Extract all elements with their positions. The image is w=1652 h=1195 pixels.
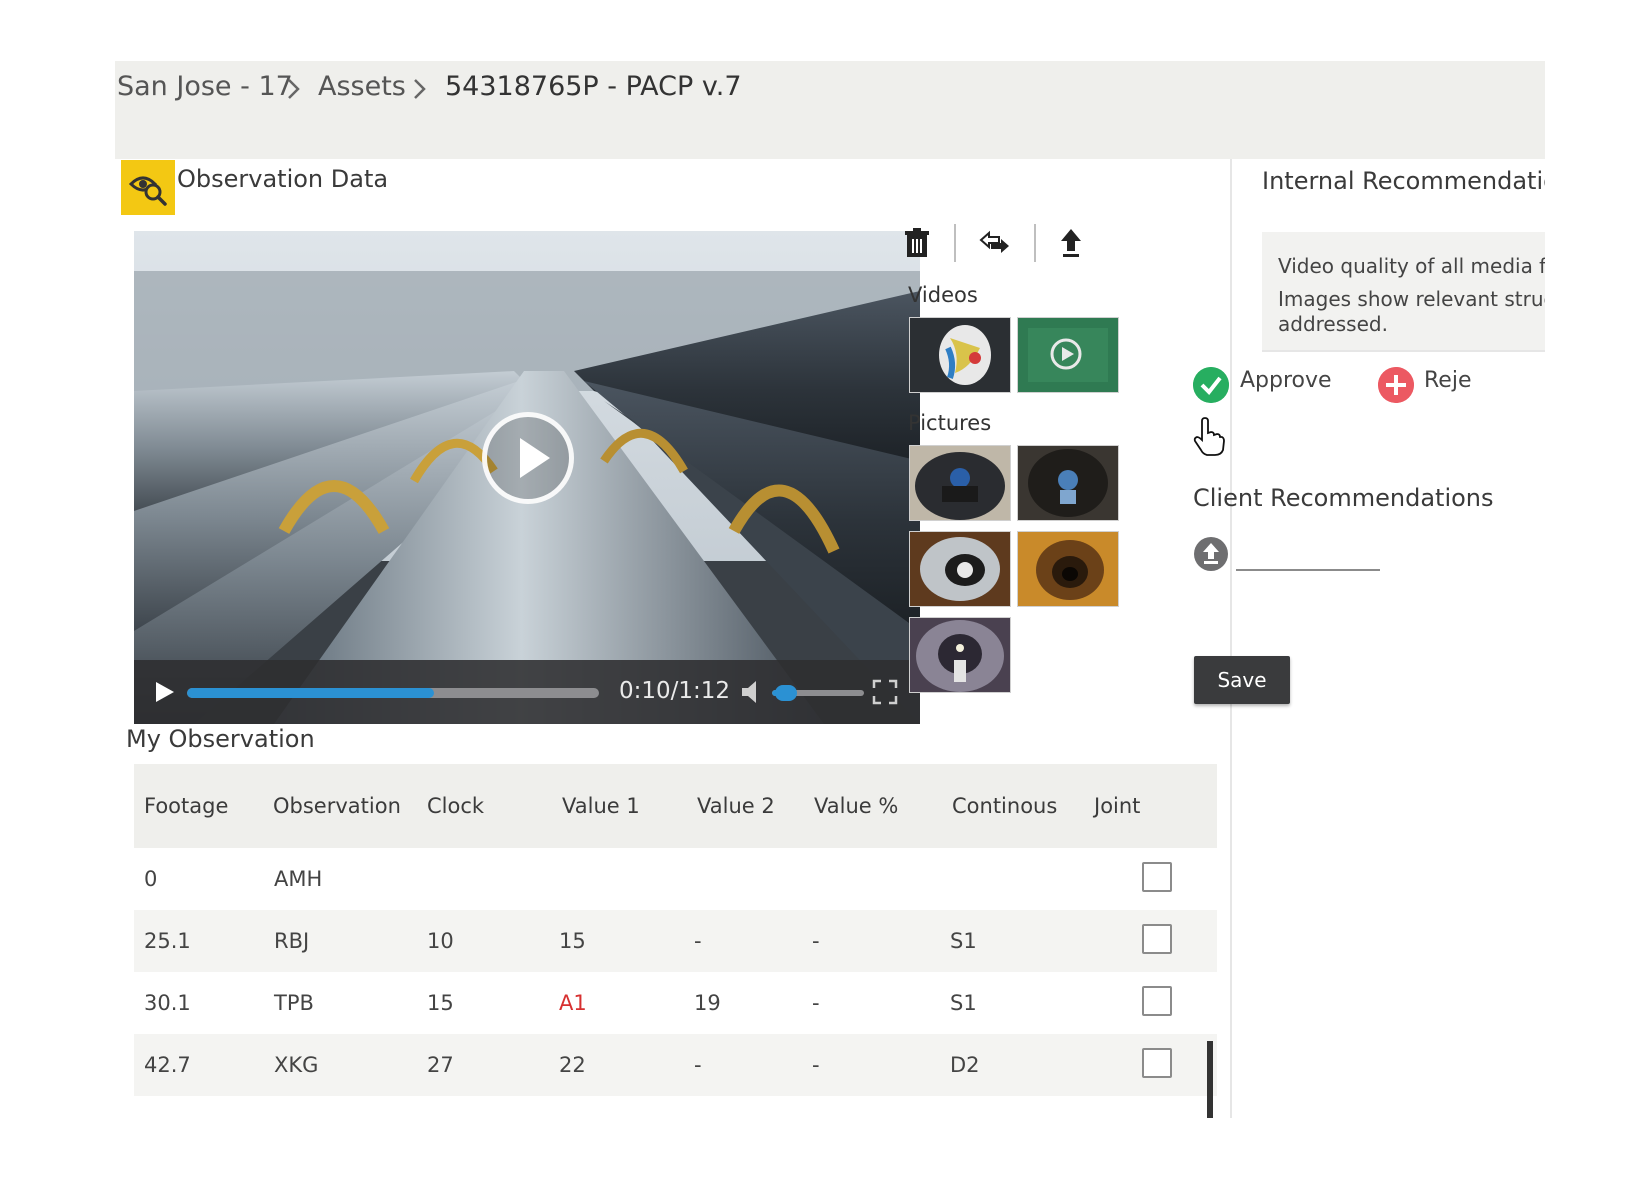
cell-footage: 42.7 — [144, 1053, 191, 1077]
column-header[interactable]: Value 1 — [562, 764, 640, 848]
internal-recommendation-title: Internal Recommendatio — [1262, 167, 1545, 195]
column-header[interactable]: Continous — [952, 764, 1057, 848]
table-row[interactable]: 30.1 TPB 15 A1 19 - S1 — [134, 972, 1217, 1034]
picture-thumbnail[interactable] — [910, 618, 1010, 692]
column-header[interactable]: Observation — [273, 764, 401, 848]
cell-value-percent: - — [812, 1053, 820, 1077]
recommendation-line: Video quality of all media files — [1278, 254, 1545, 278]
upload-icon[interactable] — [1193, 536, 1229, 572]
reject-plus-icon[interactable] — [1378, 367, 1414, 403]
cell-value-1: 15 — [559, 929, 586, 953]
cell-observation: AMH — [274, 867, 323, 891]
column-header[interactable]: Footage — [144, 764, 228, 848]
playback-time: 0:10/1:12 — [619, 678, 731, 704]
cell-footage: 0 — [144, 867, 158, 891]
internal-recommendation-text: Video quality of all media files Images … — [1262, 232, 1545, 352]
cell-footage: 25.1 — [144, 929, 191, 953]
video-player[interactable]: 0:10/1:12 — [134, 231, 920, 724]
joint-checkbox[interactable] — [1142, 986, 1172, 1016]
video-controls: 0:10/1:12 — [134, 660, 920, 724]
cell-continous: S1 — [950, 929, 977, 953]
cell-continous: D2 — [950, 1053, 980, 1077]
volume-icon[interactable] — [740, 679, 766, 705]
chevron-right-icon — [414, 79, 426, 99]
cell-observation: RBJ — [274, 929, 310, 953]
client-recommendation-input[interactable] — [1236, 569, 1380, 571]
client-recommendations-title: Client Recommendations — [1193, 484, 1494, 512]
cell-value-2: - — [694, 929, 702, 953]
cell-value-1: A1 — [559, 991, 587, 1015]
cell-footage: 30.1 — [144, 991, 191, 1015]
table-row[interactable]: 42.7 XKG 27 22 - - D2 — [134, 1034, 1217, 1096]
my-observation-title: My Observation — [126, 725, 315, 753]
column-header[interactable]: Value 2 — [697, 764, 775, 848]
pictures-label: Pictures — [908, 411, 992, 435]
observation-icon — [121, 160, 175, 215]
table-scrollbar[interactable] — [1207, 1041, 1213, 1118]
column-header[interactable]: Clock — [427, 764, 484, 848]
upload-icon[interactable] — [1057, 227, 1085, 259]
app-frame: San Jose - 17 Assets 54318765P - PACP v.… — [115, 61, 1545, 1118]
play-icon[interactable] — [154, 680, 176, 704]
observation-table: Footage Observation Clock Value 1 Value … — [134, 764, 1217, 1096]
volume-handle[interactable] — [775, 685, 797, 701]
cell-value-percent: - — [812, 991, 820, 1015]
cell-observation: TPB — [274, 991, 314, 1015]
reject-button[interactable]: Reje — [1424, 368, 1471, 393]
play-overlay-button[interactable] — [482, 412, 574, 504]
cell-clock: 15 — [427, 991, 454, 1015]
cell-value-1: 22 — [559, 1053, 586, 1077]
approve-button[interactable]: Approve — [1240, 368, 1332, 393]
chevron-right-icon — [288, 79, 300, 99]
fullscreen-icon[interactable] — [872, 679, 898, 705]
picture-thumbnail[interactable] — [1018, 446, 1118, 520]
breadcrumb: San Jose - 17 Assets 54318765P - PACP v.… — [115, 61, 1545, 159]
toolbar-separator — [1034, 224, 1036, 262]
cell-continous: S1 — [950, 991, 977, 1015]
column-header[interactable]: Joint — [1094, 764, 1140, 848]
seek-bar-fill — [187, 688, 435, 698]
cell-value-percent: - — [812, 929, 820, 953]
breadcrumb-item-project[interactable]: San Jose - 17 — [117, 71, 293, 102]
table-row[interactable]: 25.1 RBJ 10 15 - - S1 — [134, 910, 1217, 972]
table-row[interactable]: 0 AMH — [134, 848, 1217, 910]
videos-label: Videos — [908, 283, 978, 307]
save-button[interactable]: Save — [1194, 656, 1290, 704]
breadcrumb-item-current: 54318765P - PACP v.7 — [445, 71, 742, 102]
joint-checkbox[interactable] — [1142, 1048, 1172, 1078]
cell-clock: 27 — [427, 1053, 454, 1077]
video-thumbnail[interactable] — [910, 318, 1010, 392]
picture-thumbnail[interactable] — [910, 532, 1010, 606]
video-thumbnail-selected[interactable] — [1018, 318, 1118, 392]
joint-checkbox[interactable] — [1142, 862, 1172, 892]
picture-thumbnail[interactable] — [1018, 532, 1118, 606]
cell-value-2: 19 — [694, 991, 721, 1015]
column-header[interactable]: Value % — [814, 764, 898, 848]
cell-clock: 10 — [427, 929, 454, 953]
picture-thumbnail[interactable] — [910, 446, 1010, 520]
recommendation-line: addressed. — [1278, 312, 1388, 336]
trash-icon[interactable] — [903, 227, 931, 259]
table-header: Footage Observation Clock Value 1 Value … — [134, 764, 1217, 848]
seek-bar[interactable] — [187, 688, 599, 698]
toolbar-separator — [954, 224, 956, 262]
approve-check-icon[interactable] — [1193, 367, 1229, 403]
recommendation-line: Images show relevant structu — [1278, 287, 1545, 311]
transfer-icon[interactable] — [977, 227, 1013, 259]
breadcrumb-item-assets[interactable]: Assets — [318, 71, 406, 102]
cell-observation: XKG — [274, 1053, 319, 1077]
panel-divider — [1230, 159, 1232, 1118]
observation-data-title: Observation Data — [177, 165, 389, 193]
hand-cursor-icon — [1193, 417, 1225, 456]
cell-value-2: - — [694, 1053, 702, 1077]
joint-checkbox[interactable] — [1142, 924, 1172, 954]
